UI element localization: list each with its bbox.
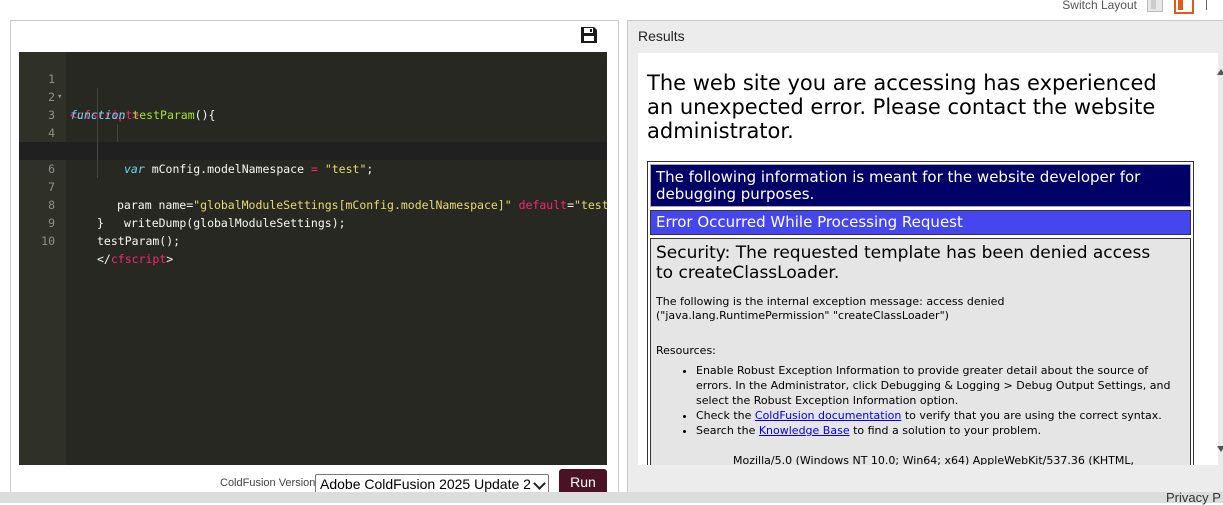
error-title-row: Error Occurred While Processing Request	[650, 210, 1191, 235]
code-line[interactable]: 8 }	[19, 178, 607, 230]
footer-bar	[0, 492, 1223, 503]
list-item: Enable Robust Exception Information to p…	[696, 363, 1186, 408]
code-line-active[interactable]: 6 param name="globalModuleSettings[mConf…	[19, 142, 607, 212]
error-headline: The web site you are accessing has exper…	[647, 71, 1157, 143]
coldfusion-version-label: ColdFusion Version	[220, 477, 316, 489]
layout-stacked-icon[interactable]	[1174, 0, 1194, 14]
divider	[1206, 0, 1207, 10]
exception-message: The following is the internal exception …	[656, 295, 1005, 322]
save-icon[interactable]	[579, 25, 599, 45]
layout-side-by-side-icon[interactable]	[1147, 0, 1163, 12]
code-line[interactable]: 1 ▾ <cfscript>	[19, 52, 607, 122]
code-line[interactable]: 10 </cfscript>	[19, 214, 607, 266]
coldfusion-documentation-link[interactable]: ColdFusion documentation	[755, 409, 901, 422]
code-line[interactable]: 3 var globalModuleSettings = {};	[19, 88, 607, 158]
coldfusion-version-select[interactable]: Adobe ColdFusion 2025 Update 2	[315, 474, 549, 494]
resources-list: Enable Robust Exception Information to p…	[677, 363, 1186, 438]
scroll-down-arrow-icon[interactable]	[1217, 446, 1223, 452]
error-detail-cell: Security: The requested template has bee…	[650, 238, 1191, 465]
code-line[interactable]: 2 function testParam(){	[19, 70, 607, 122]
resources-label: Resources:	[656, 344, 716, 357]
code-text: testParam();	[97, 234, 181, 248]
error-details-table: The following information is meant for t…	[647, 161, 1194, 465]
user-agent-text: Mozilla/5.0 (Windows NT 10.0; Win64; x64…	[733, 454, 1134, 465]
chevron-down-icon	[533, 477, 546, 490]
results-title: Results	[638, 28, 685, 44]
developer-info-row: The following information is meant for t…	[650, 164, 1191, 207]
editor-panel: 1 ▾ <cfscript> 2 function testParam(){ 3…	[10, 20, 619, 496]
knowledge-base-link[interactable]: Knowledge Base	[759, 424, 850, 437]
top-bar: Switch Layout	[0, 0, 1223, 14]
code-line[interactable]: 5	[19, 124, 607, 158]
results-panel: Results The web site you are accessing h…	[627, 20, 1223, 496]
code-line[interactable]: 4 var mConfig.modelNamespace = "test";	[19, 106, 607, 176]
results-output-frame[interactable]: The web site you are accessing has exper…	[638, 53, 1218, 465]
list-item: Search the Knowledge Base to find a solu…	[696, 423, 1186, 438]
code-editor[interactable]: 1 ▾ <cfscript> 2 function testParam(){ 3…	[19, 52, 607, 465]
version-select-value: Adobe ColdFusion 2025 Update 2	[320, 476, 531, 492]
switch-layout-label: Switch Layout	[1062, 0, 1137, 12]
code-text: </cfscript>	[97, 252, 174, 266]
scroll-up-arrow-icon[interactable]	[1217, 69, 1223, 75]
line-number: 10	[41, 234, 55, 248]
security-message: Security: The requested template has bee…	[656, 243, 1151, 283]
code-line[interactable]: 7 writeDump(globalModuleSettings);	[19, 160, 607, 230]
code-line[interactable]: 9 testParam();	[19, 196, 607, 248]
list-item: Check the ColdFusion documentation to ve…	[696, 408, 1186, 423]
